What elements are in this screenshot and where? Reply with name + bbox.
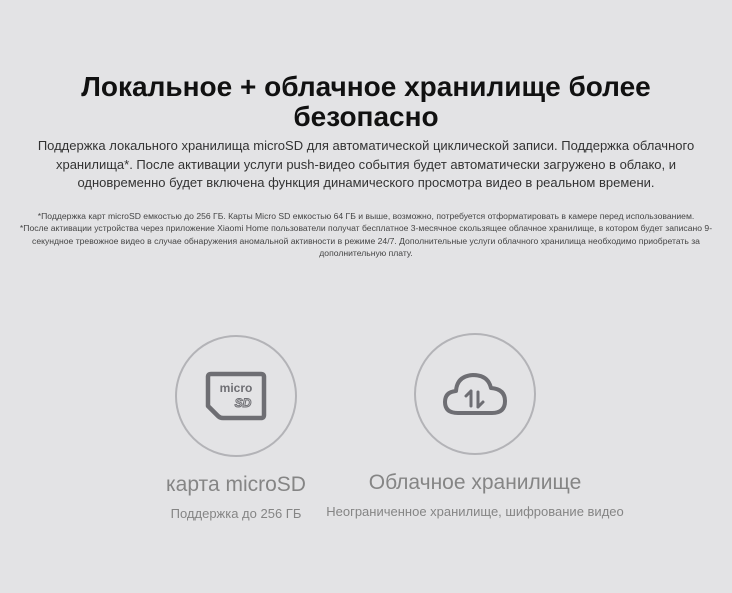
svg-text:micro: micro — [220, 381, 253, 395]
footnote-cloud: *После активации устройства через прилож… — [19, 223, 713, 259]
microsd-card-icon: micro SD — [205, 371, 267, 421]
cloud-desc: Неограниченное хранилище, шифрование вид… — [326, 504, 624, 519]
microsd-label: карта microSD — [166, 473, 306, 496]
feature-cloud: Облачное хранилище Неограниченное хранил… — [300, 333, 650, 519]
page-title: Локальное + облачное хранилище более без… — [81, 71, 651, 132]
cloud-sync-icon — [443, 373, 507, 415]
footnote-microsd: *Поддержка карт microSD емкостью до 256 … — [37, 211, 695, 221]
description-text: Поддержка локального хранилища microSD д… — [37, 138, 695, 190]
cloud-icon-circle — [414, 333, 536, 455]
footnotes: *Поддержка карт microSD емкостью до 256 … — [10, 210, 722, 260]
microsd-desc: Поддержка до 256 ГБ — [170, 506, 302, 521]
svg-text:SD: SD — [235, 396, 252, 410]
feature-microsd: micro SD карта microSD Поддержка до 256 … — [147, 335, 325, 521]
microsd-icon-circle: micro SD — [175, 335, 297, 457]
cloud-label: Облачное хранилище — [368, 471, 582, 494]
